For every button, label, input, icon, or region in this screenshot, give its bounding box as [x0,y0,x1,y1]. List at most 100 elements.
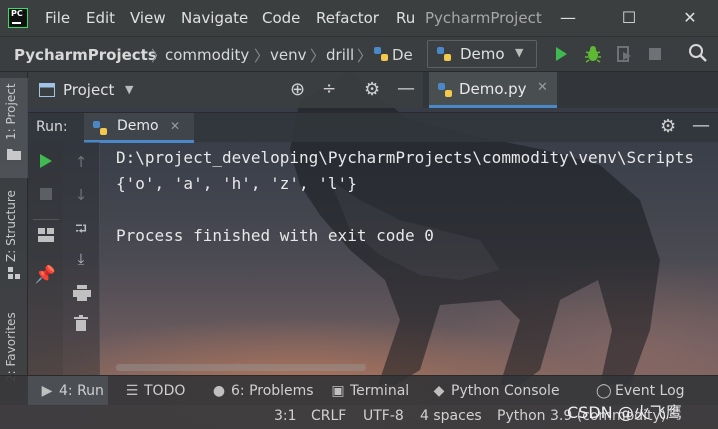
run-tab-demo[interactable]: Demo ✕ [84,113,194,143]
breadcrumb-drill[interactable]: drill [326,46,354,64]
close-icon[interactable]: ✕ [170,119,180,133]
favorites-tool-tab-label[interactable]: 2: Favorites [4,312,18,382]
trash-icon[interactable] [74,315,88,331]
play-icon: ▶ [41,383,53,399]
rerun-play-icon[interactable] [39,153,53,169]
hide-panel-icon[interactable]: — [692,115,710,136]
structure-icon [8,267,20,279]
tab-terminal-label: Terminal [350,383,410,399]
tab-python-console-label: Python Console [451,383,560,399]
breadcrumb-separator-icon: 〉 [151,47,167,65]
debug-bug-icon[interactable] [583,44,603,64]
left-tool-strip: 1: Project Z: Structure 2: Favorites [0,72,28,382]
arrow-down-icon[interactable]: ↓ [63,185,99,205]
run-config-label: Demo [460,45,505,63]
tab-problems-label: 6: Problems [231,383,314,399]
run-config-dropdown[interactable]: Demo ▼ [427,40,537,68]
menu-navigate[interactable]: Navigate [181,9,248,27]
run-toolbar-secondary: ↑ ↓ ⮒ ⤓ [63,142,100,375]
run-tab-label: Demo [117,118,159,134]
console-line-2: {'o', 'a', 'h', 'z', 'l'} [116,174,357,193]
toolbar-divider [33,219,59,220]
coverage-icon[interactable] [614,44,634,64]
tab-todo[interactable]: ☰ TODO [125,383,186,399]
folder-icon [7,149,21,160]
navigation-bar: PycharmProjects 〉 commodity 〉 venv 〉 dri… [0,36,718,72]
print-icon[interactable] [73,285,91,301]
scroll-to-end-icon[interactable]: ⤓ [63,249,99,269]
window-title: PycharmProject [425,9,542,27]
chevron-down-icon: ▼ [515,46,524,59]
locate-target-icon[interactable]: ⊕ [290,79,305,100]
soft-wrap-icon[interactable]: ⮒ [63,219,99,239]
close-icon[interactable]: ✕ [537,80,548,95]
tab-terminal[interactable]: ▣ Terminal [331,383,409,399]
tab-event-log-label: Event Log [615,383,685,399]
python-file-icon [374,47,388,61]
tab-demo-py[interactable]: Demo.py ✕ [429,72,557,108]
tab-python-console[interactable]: ◆ Python Console [432,383,560,399]
structure-tool-tab-label[interactable]: Z: Structure [4,190,18,262]
title-bar: PC File Edit View Navigate Code Refactor… [0,0,718,36]
python-file-icon [438,83,452,97]
file-encoding[interactable]: UTF-8 [363,408,404,424]
indent-setting[interactable]: 4 spaces [420,408,482,424]
breadcrumb-file[interactable]: De [392,46,413,64]
run-toolbar-primary: 📌 [28,142,63,375]
problems-icon: ● [212,383,226,399]
caret-position[interactable]: 3:1 [274,408,297,424]
python-icon [437,47,451,61]
tab-problems[interactable]: ● 6: Problems [212,383,314,399]
gear-icon[interactable]: ⚙ [660,116,676,137]
arrow-up-icon[interactable]: ↑ [63,152,99,172]
restore-layout-icon[interactable] [38,228,54,242]
event-log-icon: ◯ [596,383,612,399]
collapse-all-icon[interactable]: ÷ [322,79,336,99]
menu-file[interactable]: File [45,9,70,27]
console-line-1: D:\project_developing\PycharmProjects\co… [116,148,694,167]
project-panel-header: Project ▼ ⊕ ÷ ⚙ — [28,72,423,108]
project-view-icon [39,83,55,97]
run-play-icon[interactable] [552,45,570,63]
python-icon [93,121,107,135]
pycharm-logo-icon: PC [8,8,28,28]
breadcrumb-separator-icon: 〉 [357,47,373,65]
menu-run[interactable]: Ru [396,9,415,27]
tab-run[interactable]: ▶ 4: Run [40,383,104,399]
horizontal-scrollbar[interactable] [116,364,366,371]
search-icon[interactable] [688,43,708,63]
pin-icon[interactable]: 📌 [28,265,63,285]
console-output[interactable]: D:\project_developing\PycharmProjects\co… [100,142,718,375]
hide-panel-icon[interactable]: — [397,78,415,99]
tab-event-log[interactable]: ◯ Event Log [596,383,685,399]
tab-todo-label: TODO [144,383,186,399]
tab-label: Demo.py [459,80,527,98]
stop-icon[interactable] [647,46,663,62]
project-tool-tab-label[interactable]: 1: Project [4,83,18,140]
breadcrumb-separator-icon: 〉 [254,47,270,65]
tab-run-label: 4: Run [59,383,104,399]
breadcrumb-venv[interactable]: venv [270,46,307,64]
breadcrumb-separator-icon: 〉 [310,47,326,65]
maximize-button[interactable]: ☐ [614,6,644,30]
line-separator[interactable]: CRLF [311,408,346,424]
terminal-icon: ▣ [331,383,345,399]
csdn-watermark: CSDN @火飞鹰 [567,403,682,422]
run-label: Run: [36,119,68,135]
pycharm-window: PC File Edit View Navigate Code Refactor… [0,0,718,429]
project-view-label[interactable]: Project [63,81,114,99]
menu-code[interactable]: Code [262,9,300,27]
console-line-4: Process finished with exit code 0 [116,226,434,245]
minimize-button[interactable]: — [553,6,583,30]
stop-icon[interactable] [39,187,53,201]
editor-tabs: Demo.py ✕ [423,72,718,108]
gear-icon[interactable]: ⚙ [364,79,380,100]
menu-view[interactable]: View [130,9,166,27]
chevron-down-icon[interactable]: ▼ [125,83,133,96]
python-console-icon: ◆ [433,383,445,399]
menu-edit[interactable]: Edit [86,9,115,27]
menu-refactor[interactable]: Refactor [316,9,379,27]
breadcrumb-commodity[interactable]: commodity [165,46,249,64]
close-button[interactable]: ✕ [675,6,705,30]
breadcrumb-project[interactable]: PycharmProjects [14,46,157,64]
